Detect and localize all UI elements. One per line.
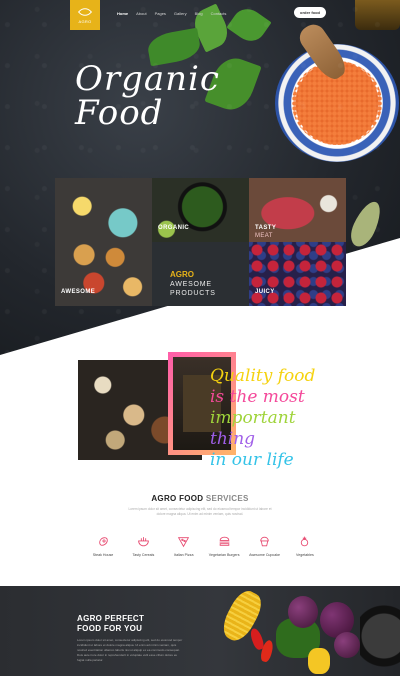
service-vegetarian-burgers[interactable]: Vegetarian Burgers — [205, 535, 243, 557]
service-label: Steak House — [92, 553, 114, 557]
tile-label: AWESOME — [61, 289, 96, 295]
services-title-strong: AGRO FOOD — [151, 494, 204, 503]
quote-line: important — [210, 408, 296, 428]
service-awesome-cupcake[interactable]: Awesome Cupcake — [246, 535, 284, 557]
agro-sublabel-line2: PRODUCTS — [170, 290, 216, 297]
product-tile-juicy[interactable]: JUICY — [249, 242, 346, 306]
product-tile-awesome[interactable]: AWESOME — [55, 178, 152, 306]
agro-sublabel-line1: AWESOME — [170, 281, 212, 288]
cupcake-icon — [258, 535, 271, 548]
hero-title-line1: Organic — [75, 59, 220, 99]
quote-line: in our life — [210, 450, 294, 470]
nav-item-blog[interactable]: Blog — [195, 11, 203, 16]
services-description: Lorem ipsum dolor sit amet, consectetur … — [128, 507, 272, 516]
quote-line: is the most — [210, 387, 305, 407]
main-nav: Home About Pages Gallery Blog Contacts — [117, 11, 226, 16]
order-food-button[interactable]: order food — [294, 7, 326, 18]
product-tile-organic[interactable]: ORGANIC — [152, 178, 249, 242]
tile-sublabel: MEAT — [255, 233, 273, 239]
eggplant-image — [334, 632, 360, 658]
product-tile-tasty[interactable]: TASTY MEAT — [249, 178, 346, 242]
service-vegetables[interactable]: Vegetables — [286, 535, 324, 557]
cereals-icon — [137, 535, 150, 548]
services-title-light: SERVICES — [205, 494, 249, 503]
services-title: AGRO FOOD SERVICES — [0, 494, 400, 503]
services-list: Steak House Tasty Cereals Italian Pizza … — [84, 535, 324, 557]
tile-label: TASTY — [255, 225, 277, 231]
vegetables-icon — [298, 535, 311, 548]
perfect-text: Lorem ipsum dolor sit amet, consectetur … — [77, 638, 183, 662]
leaf-icon — [77, 4, 93, 19]
burger-icon — [218, 535, 231, 548]
lentil-bowl-image — [275, 44, 399, 162]
service-label: Vegetarian Burgers — [208, 553, 240, 557]
basil-leaf — [226, 2, 272, 48]
service-label: Tasty Cereals — [132, 553, 155, 557]
tile-label: ORGANIC — [158, 225, 190, 231]
steak-icon — [97, 535, 110, 548]
nav-item-about[interactable]: About — [136, 11, 146, 16]
logo[interactable]: AGRO — [70, 0, 100, 30]
tile-label: JUICY — [255, 289, 275, 295]
quote-line: thing — [210, 429, 256, 449]
hero-title: Organic Food — [75, 62, 220, 130]
nav-item-pages[interactable]: Pages — [155, 11, 166, 16]
agro-awesome-products-tile: AGRO AWESOME PRODUCTS — [152, 242, 249, 306]
quote-line: Quality food — [210, 366, 316, 386]
perfect-title-line1: AGRO PERFECT — [77, 614, 145, 623]
nav-item-home[interactable]: Home — [117, 11, 128, 16]
pizza-icon — [177, 535, 190, 548]
eggplant-image — [288, 596, 318, 628]
yellow-pepper-image — [308, 648, 330, 674]
service-label: Awesome Cupcake — [249, 553, 281, 557]
agro-label: AGRO — [170, 270, 194, 279]
basil-leaf — [145, 27, 203, 67]
basil-leaf — [204, 52, 262, 116]
service-label: Vegetables — [296, 553, 314, 557]
wooden-scoop-image — [295, 19, 351, 85]
nav-item-contacts[interactable]: Contacts — [211, 11, 227, 16]
perfect-title: AGRO PERFECT FOOD FOR YOU — [77, 614, 144, 634]
perfect-title-line2: FOOD FOR YOU — [77, 624, 143, 633]
nav-item-gallery[interactable]: Gallery — [174, 11, 187, 16]
service-steak-house[interactable]: Steak House — [84, 535, 122, 557]
agro-sublabel: AWESOME PRODUCTS — [170, 280, 216, 298]
hero-title-line2: Food — [75, 93, 164, 133]
service-label: Italian Pizza — [174, 553, 194, 557]
quality-quote: Quality food is the most important thing… — [210, 366, 320, 471]
service-tasty-cereals[interactable]: Tasty Cereals — [124, 535, 162, 557]
oil-jar-image — [355, 0, 400, 30]
service-italian-pizza[interactable]: Italian Pizza — [165, 535, 203, 557]
logo-text: AGRO — [78, 18, 92, 24]
pan-image — [360, 596, 400, 676]
